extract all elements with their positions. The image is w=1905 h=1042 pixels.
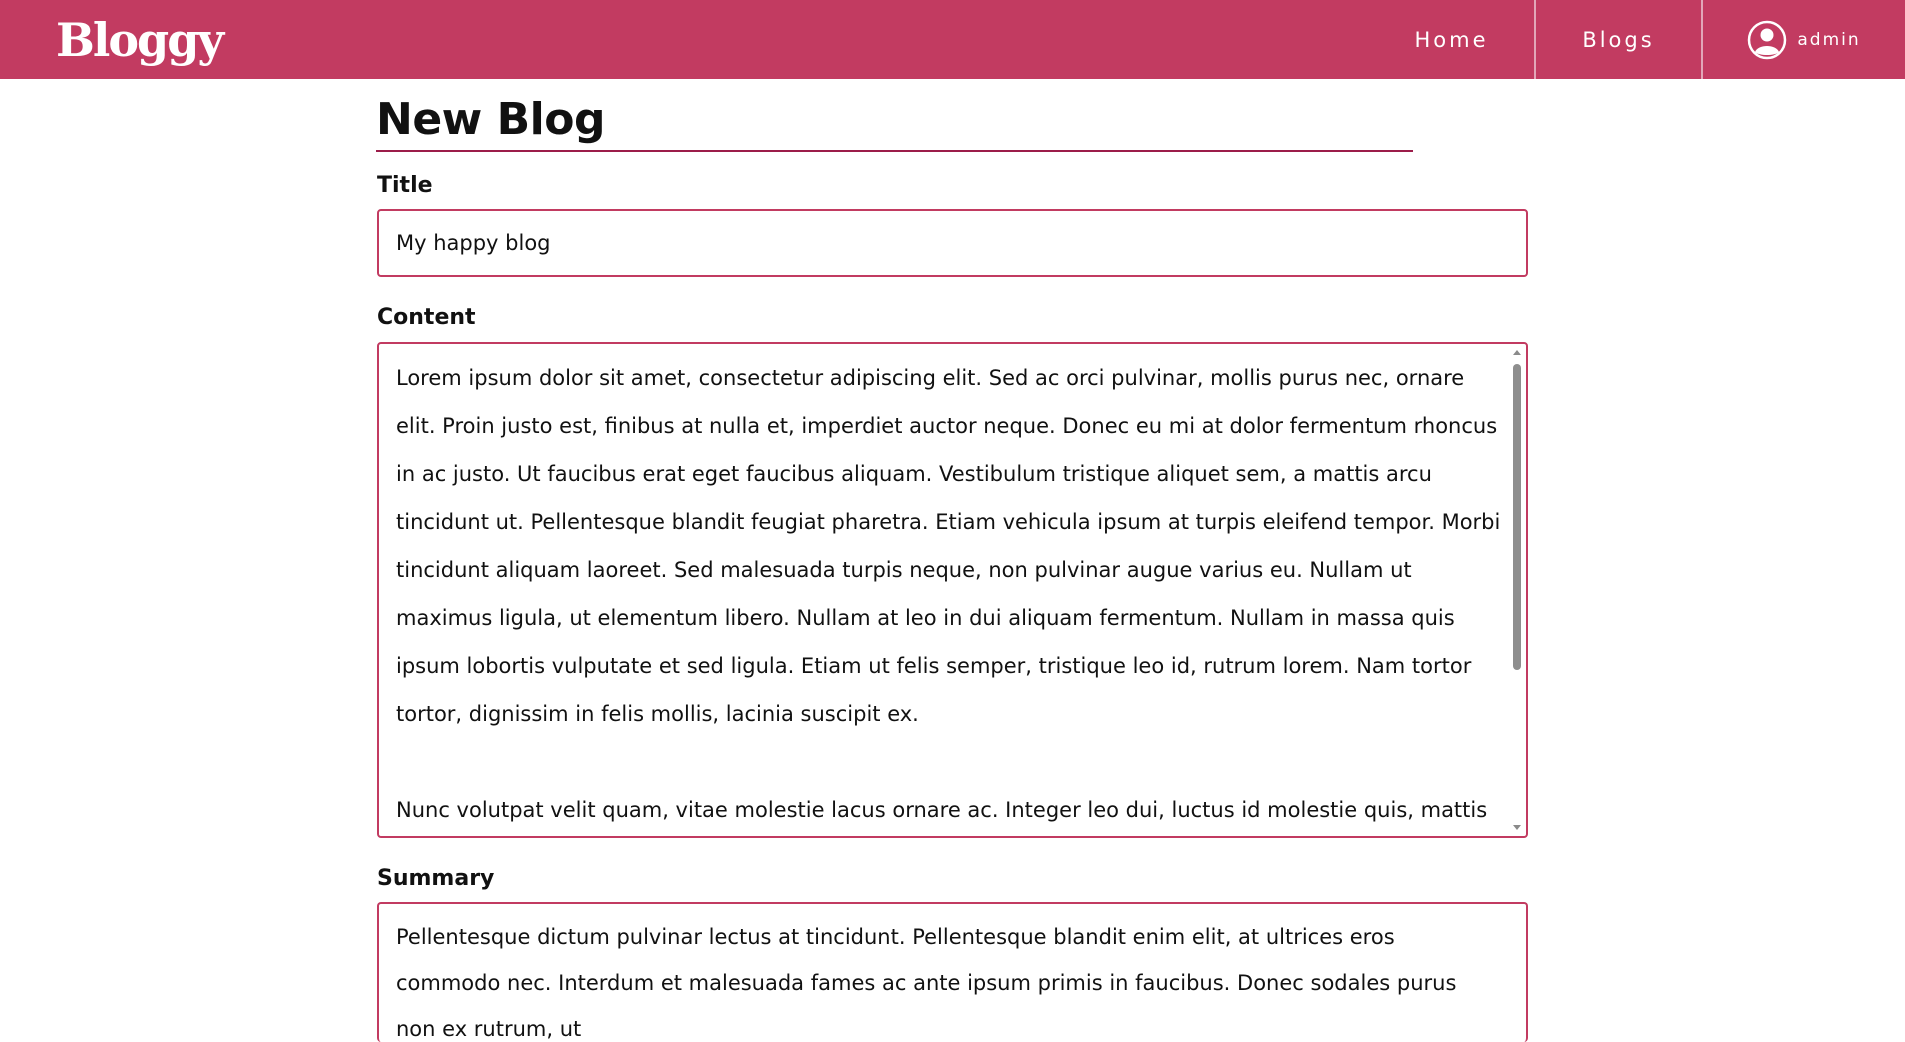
- scroll-down-arrow-icon[interactable]: [1513, 825, 1521, 830]
- summary-label: Summary: [377, 866, 495, 891]
- brand-logo[interactable]: Bloggy: [56, 10, 224, 70]
- scroll-thumb[interactable]: [1513, 364, 1521, 670]
- content-textarea[interactable]: Lorem ipsum dolor sit amet, consectetur …: [377, 342, 1528, 838]
- user-name: admin: [1797, 29, 1861, 50]
- main-nav: Home Blogs admin: [1369, 0, 1905, 79]
- content-paragraph: Lorem ipsum dolor sit amet, consectetur …: [396, 366, 1501, 726]
- content-scrollbar[interactable]: [1510, 346, 1524, 834]
- title-input[interactable]: My happy blog: [377, 209, 1528, 277]
- content-text: Lorem ipsum dolor sit amet, consectetur …: [396, 354, 1501, 834]
- user-menu[interactable]: admin: [1703, 0, 1905, 79]
- scroll-up-arrow-icon[interactable]: [1513, 350, 1521, 355]
- title-label: Title: [377, 173, 433, 198]
- nav-home-link[interactable]: Home: [1369, 0, 1536, 79]
- top-navbar: Bloggy Home Blogs admin: [0, 0, 1905, 79]
- summary-text: Pellentesque dictum pulvinar lectus at t…: [396, 925, 1457, 1041]
- content-label: Content: [377, 305, 476, 330]
- nav-blogs-link[interactable]: Blogs: [1536, 0, 1703, 79]
- content-paragraph: Nunc volutpat velit quam, vitae molestie…: [396, 798, 1488, 822]
- summary-textarea[interactable]: Pellentesque dictum pulvinar lectus at t…: [377, 902, 1528, 1042]
- page-title: New Blog: [376, 94, 605, 145]
- title-divider: [376, 150, 1413, 152]
- user-circle-icon: [1747, 20, 1787, 60]
